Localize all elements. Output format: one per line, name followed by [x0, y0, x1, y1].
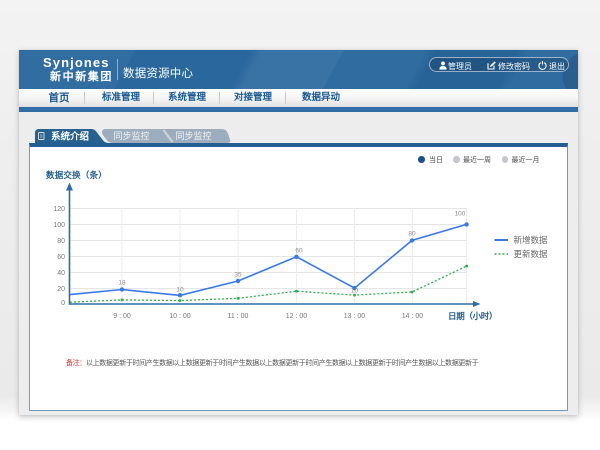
- svg-text:18: 18: [118, 280, 126, 287]
- svg-text:10: 10: [351, 288, 359, 295]
- svg-text:12 : 00: 12 : 00: [286, 313, 308, 320]
- svg-text:60: 60: [57, 254, 65, 261]
- svg-text:100: 100: [455, 211, 466, 218]
- svg-text:新增数据: 新增数据: [514, 235, 549, 245]
- svg-text:更新数据: 更新数据: [514, 249, 549, 259]
- svg-text:系统介绍: 系统介绍: [51, 131, 89, 143]
- svg-text:120: 120: [53, 206, 65, 213]
- svg-text:10 : 00: 10 : 00: [169, 313, 191, 320]
- svg-text:13 : 00: 13 : 00: [344, 313, 366, 320]
- svg-text:20: 20: [57, 286, 65, 293]
- svg-text:100: 100: [53, 222, 65, 229]
- svg-text:60: 60: [295, 248, 303, 255]
- svg-text:同步监控: 同步监控: [113, 130, 149, 141]
- svg-text:80: 80: [408, 231, 416, 238]
- svg-text:日期（小时）: 日期（小时）: [448, 311, 497, 321]
- svg-text:0: 0: [61, 300, 65, 307]
- svg-text:10: 10: [176, 287, 184, 294]
- svg-text:40: 40: [57, 270, 65, 277]
- svg-text:同步监控: 同步监控: [175, 130, 211, 141]
- svg-text:9 : 00: 9 : 00: [113, 313, 131, 320]
- svg-text:14 : 00: 14 : 00: [402, 313, 424, 320]
- svg-text:11 : 00: 11 : 00: [228, 313, 249, 320]
- svg-text:35: 35: [234, 272, 242, 279]
- svg-text:80: 80: [57, 238, 65, 245]
